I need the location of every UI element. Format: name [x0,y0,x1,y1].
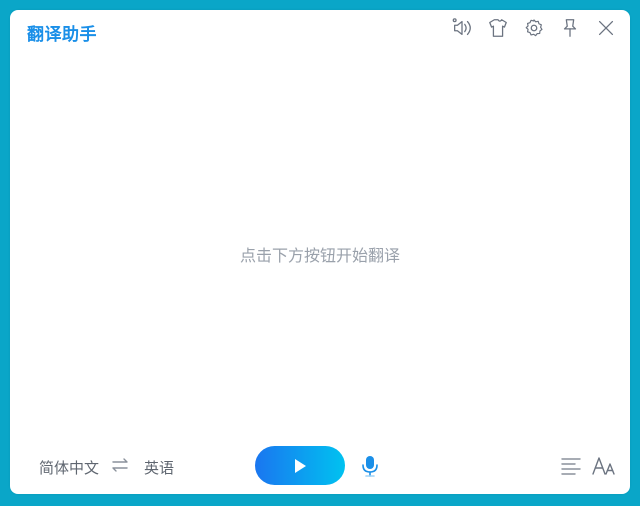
close-icon [598,20,614,36]
sound-settings-icon [452,18,471,36]
font-size-icon [592,457,615,475]
microphone-icon [362,456,378,477]
play-icon [295,458,306,473]
bottom-toolbar: 简体中文 英语 [10,446,630,486]
title-toolbar [438,16,618,40]
pin-icon [563,19,577,37]
swap-icon [112,458,128,472]
target-language-selector[interactable]: 英语 [144,457,174,478]
microphone-button[interactable] [359,454,381,478]
align-left-icon [561,458,581,475]
text-align-button[interactable] [560,456,582,476]
pin-button[interactable] [558,16,582,40]
font-size-button[interactable] [592,455,616,477]
close-button[interactable] [594,16,618,40]
settings-button[interactable] [522,16,546,40]
start-translation-button[interactable] [255,446,345,485]
sound-settings-button[interactable] [450,16,474,40]
app-title: 翻译助手 [27,25,97,45]
translation-placeholder: 点击下方按钮开始翻译 [239,246,400,265]
shirt-icon [489,19,507,37]
theme-button[interactable] [486,16,510,40]
translator-window: 翻译助手 点击下方按钮开始翻译 简体中文 英语 [10,10,630,494]
swap-languages-button[interactable] [110,455,130,475]
source-language-selector[interactable]: 简体中文 [39,457,99,478]
gear-icon [525,19,543,37]
